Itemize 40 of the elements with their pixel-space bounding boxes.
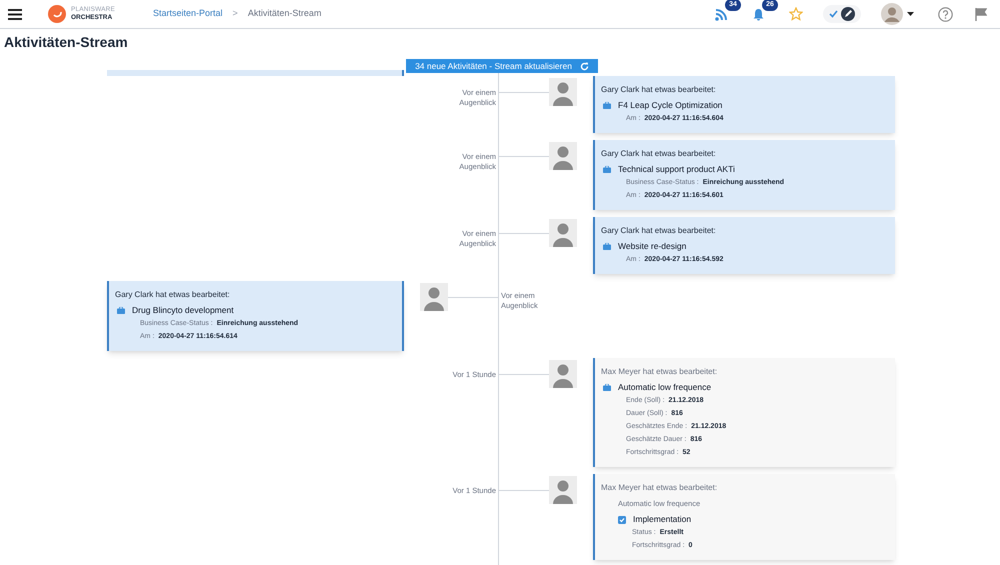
author-line: Gary Clark hat etwas bearbeitet: [601, 84, 717, 96]
item-title[interactable]: Drug Blincyto development [132, 304, 234, 317]
menu-icon[interactable] [8, 8, 22, 20]
help-icon[interactable] [938, 6, 953, 22]
check-icon [829, 10, 838, 18]
item-title[interactable]: Technical support product AKTi [618, 163, 735, 176]
author-line: Max Meyer hat etwas bearbeitet: [601, 366, 718, 378]
avatar-silhouette [420, 283, 448, 311]
logo-icon [48, 5, 66, 23]
briefcase-icon [603, 384, 611, 391]
breadcrumb-separator: > [232, 7, 238, 20]
briefcase-icon [117, 307, 125, 314]
refresh-icon [580, 62, 589, 70]
flag-icon[interactable] [975, 8, 987, 20]
breadcrumb-item: Aktivitäten-Stream [248, 7, 322, 20]
avatar-silhouette [549, 476, 577, 504]
avatar-silhouette [549, 78, 577, 106]
star-icon[interactable] [789, 7, 803, 21]
author-line: Max Meyer hat etwas bearbeitet: [601, 482, 718, 494]
item-title[interactable]: Website re-design [618, 240, 686, 253]
edit-icon [841, 7, 855, 21]
briefcase-icon [603, 102, 611, 109]
caret-icon[interactable] [907, 12, 914, 16]
briefcase-icon [603, 166, 611, 173]
item-title[interactable]: Automatic low frequence [618, 381, 712, 394]
author-line: Gary Clark hat etwas bearbeitet: [601, 148, 717, 160]
author-line: Gary Clark hat etwas bearbeitet: [115, 289, 231, 301]
page-title: Aktivitäten-Stream [4, 33, 129, 52]
item-title[interactable]: Implementation [633, 513, 692, 526]
bell-icon[interactable] [752, 8, 765, 20]
avatar-silhouette [549, 219, 577, 247]
author-line: Gary Clark hat etwas bearbeitet: [601, 225, 717, 237]
rss-icon[interactable] [715, 8, 728, 20]
briefcase-icon [603, 243, 611, 250]
breadcrumb-item[interactable]: Startseiten-Portal [153, 7, 223, 21]
avatar-silhouette [549, 142, 577, 170]
item-title[interactable]: F4 Leap Cycle Optimization [618, 99, 722, 112]
mode-toggle[interactable] [823, 5, 861, 23]
avatar-silhouette [549, 360, 577, 388]
task-check-icon [618, 516, 626, 524]
